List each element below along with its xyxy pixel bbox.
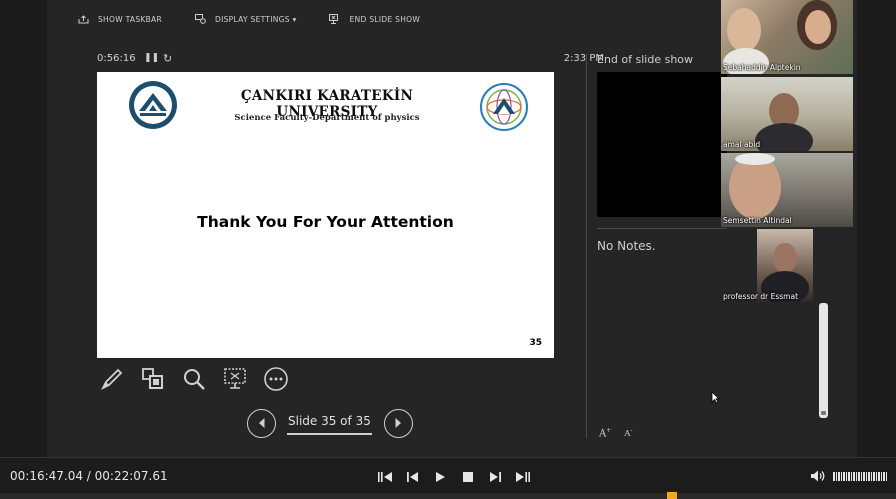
participant-video[interactable]: Semsettin Altindal [721,153,853,227]
speaker-icon [811,470,825,482]
zoom-icon [184,369,205,390]
skip-back-icon [378,472,392,482]
show-taskbar-label: SHOW TASKBAR [98,14,162,24]
pane-divider[interactable] [586,54,587,438]
participant-name: professor dr Essmat [723,292,799,301]
display-settings-icon [194,14,206,24]
current-slide: ÇANKIRI KARATEKİN UNIVERSITY Science Fac… [97,72,554,358]
skip-forward-button[interactable] [514,468,532,486]
seek-bar[interactable] [0,492,896,499]
next-slide-button[interactable] [383,408,413,438]
department-name: Science Faculty-Department of physics [234,113,420,123]
play-button[interactable] [431,468,449,486]
end-slide-show-label: END SLIDE SHOW [349,14,421,24]
restart-icon[interactable]: ↻ [163,52,172,65]
stop-button[interactable] [459,468,477,486]
media-player-bar: 00:16:47.04 / 00:22:07.61 [0,457,896,499]
step-back-button[interactable] [404,468,422,486]
volume-level[interactable] [833,471,888,481]
next-slide-icon [395,418,402,428]
pen-tool-button[interactable] [97,365,127,393]
show-taskbar-button[interactable]: SHOW TASKBAR [77,14,162,24]
display-settings-label: DISPLAY SETTINGS ▾ [215,14,297,24]
more-icon [264,367,288,391]
see-all-slides-button[interactable] [138,365,168,393]
seek-thumb[interactable] [667,492,677,499]
zoom-button[interactable] [179,365,209,393]
volume-control[interactable] [810,469,888,483]
faculty-logo [480,83,528,131]
next-slide-label: End of slide show [597,53,694,66]
elapsed-timer: 0:56:16 [97,53,136,64]
more-options-button[interactable] [261,365,291,393]
participant-name: Semsettin Altindal [723,216,792,225]
end-slide-show-button[interactable]: END SLIDE SHOW [329,14,420,24]
speaker-notes: No Notes. [597,239,656,253]
playback-controls [376,468,541,486]
participant-name: Sebahaddin Alptekin [723,63,801,72]
pause-icon[interactable]: ❚❚ [144,53,159,63]
subtitles-icon [224,368,246,389]
stop-icon [462,472,473,482]
presenter-toolbar: SHOW TASKBAR DISPLAY SETTINGS ▾ END SLID… [77,10,452,28]
step-forward-button[interactable] [486,468,504,486]
display-settings-button[interactable]: DISPLAY SETTINGS ▾ [194,14,297,24]
playback-time: 00:16:47.04 / 00:22:07.61 [10,469,168,483]
next-slide-preview[interactable] [597,72,727,217]
step-back-icon [407,472,418,482]
prev-slide-icon [258,418,264,428]
end-show-icon [329,14,341,24]
skip-back-button[interactable] [376,468,394,486]
all-slides-icon [142,368,163,389]
participants-scrollbar[interactable] [819,303,828,418]
timer-row: 0:56:16 ❚❚ ↻ 2:33 PM [97,52,604,67]
pen-icon [100,368,123,391]
participant-video[interactable]: amal abid [721,77,853,151]
decrease-font-button[interactable]: A- [624,427,632,439]
mouse-cursor-icon [711,391,720,404]
slide-number: 35 [529,338,542,348]
play-icon [436,472,445,482]
notes-font-controls: A+ A- [599,427,645,439]
slide-navigation: Slide 35 of 35 [247,408,413,438]
step-forward-icon [489,472,501,482]
slide-tools [97,365,302,393]
skip-forward-icon [515,472,530,482]
previous-slide-button[interactable] [247,408,276,438]
increase-font-button[interactable]: A+ [599,427,611,439]
participant-video[interactable]: Sebahaddin Alptekin [721,0,853,74]
subtitles-button[interactable] [220,365,250,393]
taskbar-icon [77,14,89,24]
university-logo [129,81,177,129]
slide-counter[interactable]: Slide 35 of 35 [287,414,372,435]
notes-divider [597,228,727,229]
slide-message: Thank You For Your Attention [197,213,454,231]
participant-name: amal abid [723,140,761,149]
